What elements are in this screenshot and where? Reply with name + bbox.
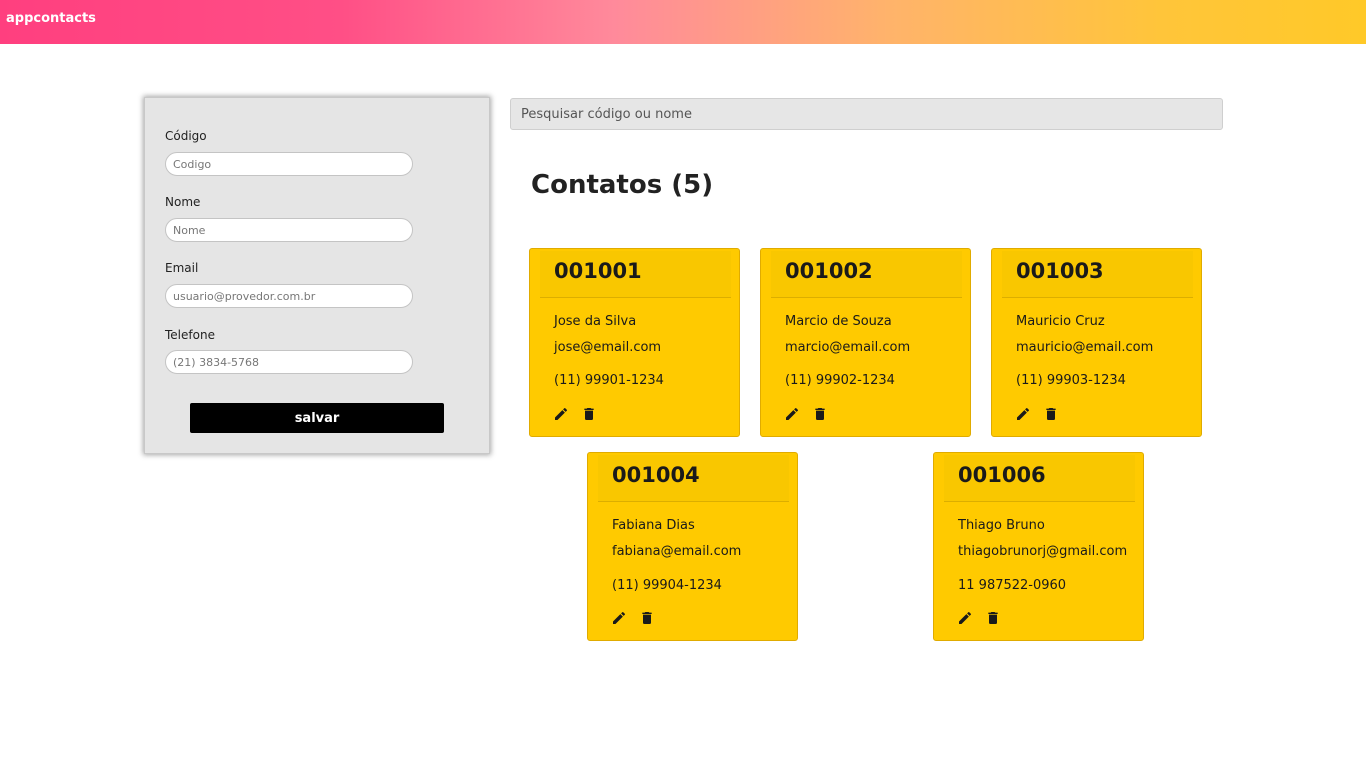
contact-email: thiagobrunorj@gmail.com [958,544,1128,559]
contact-code: 001006 [958,463,1046,487]
name-label: Nome [165,195,201,209]
contact-name: Thiago Bruno [958,518,1045,533]
trash-icon[interactable] [581,406,597,422]
pencil-icon[interactable] [1015,406,1031,422]
card-header: 001002 [771,251,962,298]
brand-logo[interactable]: appcontacts [6,11,96,26]
contact-code: 001003 [1016,259,1104,283]
trash-icon[interactable] [985,610,1001,626]
contact-form: Código Nome Email Telefone salvar [144,97,490,454]
search-input[interactable] [510,98,1223,130]
trash-icon[interactable] [812,406,828,422]
contact-card: 001002 Marcio de Souza marcio@email.com … [760,248,971,437]
code-input[interactable] [165,152,413,176]
name-input[interactable] [165,218,413,242]
contact-code: 001002 [785,259,873,283]
card-header: 001003 [1002,251,1193,298]
pencil-icon[interactable] [611,610,627,626]
contact-phone: (11) 99902-1234 [785,373,895,388]
page-title: Contatos (5) [531,170,714,200]
contact-code: 001004 [612,463,700,487]
contact-code: 001001 [554,259,642,283]
contact-email: mauricio@email.com [1016,340,1154,355]
contact-email: marcio@email.com [785,340,911,355]
contact-card: 001006 Thiago Bruno thiagobrunorj@gmail.… [933,452,1144,641]
contact-card: 001001 Jose da Silva jose@email.com (11)… [529,248,740,437]
contact-email: fabiana@email.com [612,544,742,559]
contact-card: 001004 Fabiana Dias fabiana@email.com (1… [587,452,798,641]
pencil-icon[interactable] [784,406,800,422]
contact-name: Fabiana Dias [612,518,695,533]
phone-input[interactable] [165,350,413,374]
phone-label: Telefone [165,328,215,342]
contact-phone: 11 987522-0960 [958,578,1067,593]
card-header: 001006 [944,455,1135,502]
contact-phone: (11) 99903-1234 [1016,373,1126,388]
contact-name: Marcio de Souza [785,314,892,329]
contact-name: Jose da Silva [554,314,637,329]
contact-card: 001003 Mauricio Cruz mauricio@email.com … [991,248,1202,437]
contact-email: jose@email.com [554,340,662,355]
top-navbar: appcontacts [0,0,1366,44]
save-button[interactable]: salvar [190,403,444,433]
contact-phone: (11) 99901-1234 [554,373,664,388]
trash-icon[interactable] [639,610,655,626]
email-label: Email [165,261,199,275]
contact-name: Mauricio Cruz [1016,314,1105,329]
card-header: 001001 [540,251,731,298]
trash-icon[interactable] [1043,406,1059,422]
pencil-icon[interactable] [957,610,973,626]
card-header: 001004 [598,455,789,502]
email-input[interactable] [165,284,413,308]
code-label: Código [165,129,207,143]
pencil-icon[interactable] [553,406,569,422]
contact-phone: (11) 99904-1234 [612,578,722,593]
